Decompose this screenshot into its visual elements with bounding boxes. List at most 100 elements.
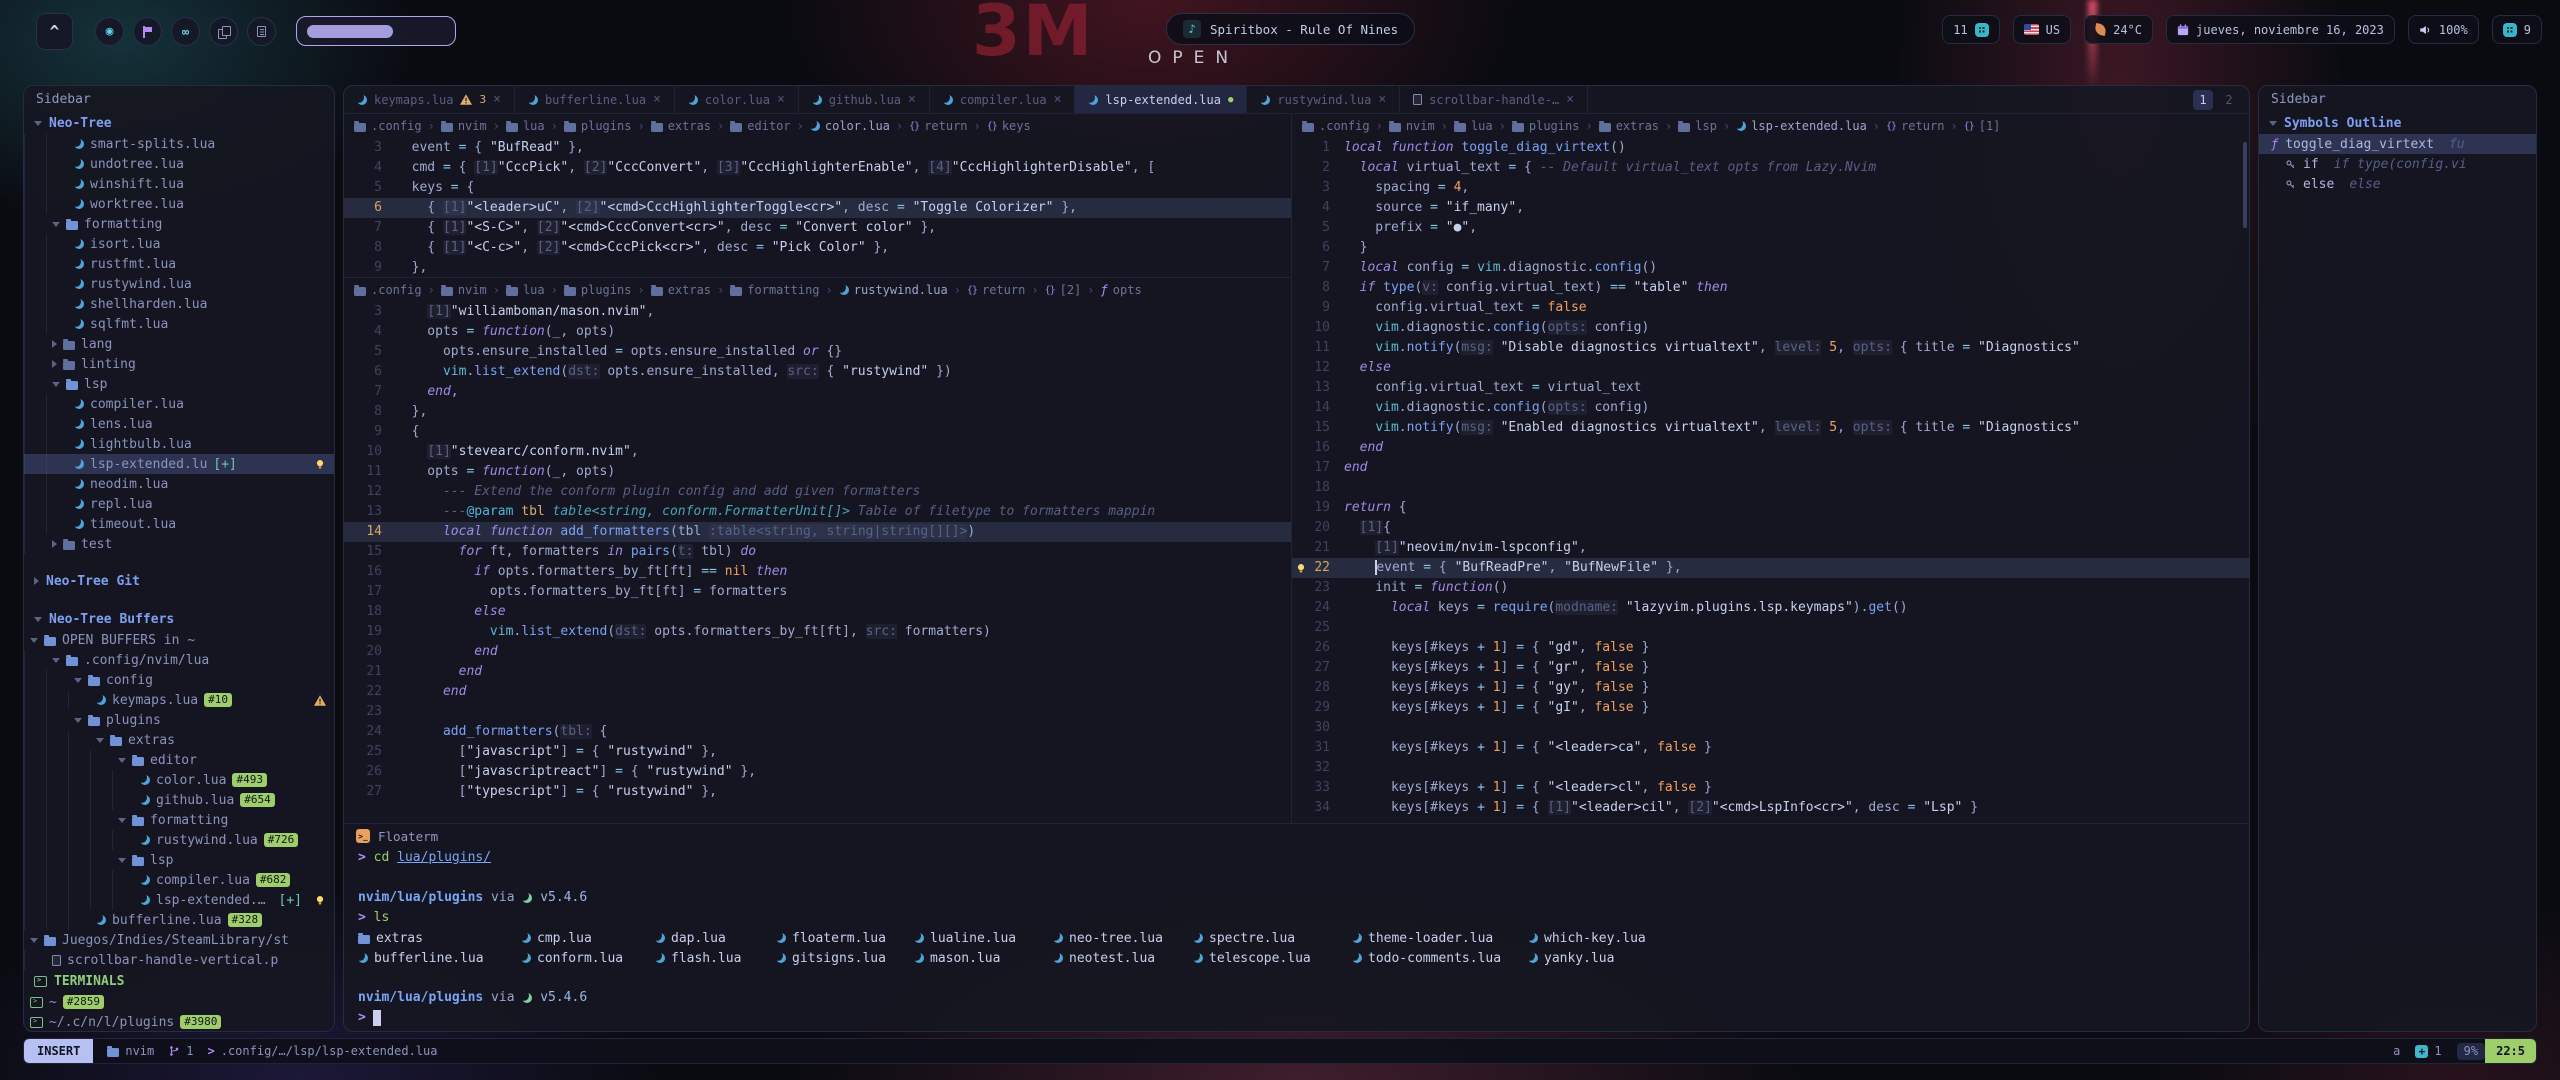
code-line[interactable]: 2 local virtual_text = { -- Default virt… <box>1292 158 2249 178</box>
ls-entry-cmp-lua[interactable]: cmp.lua <box>521 931 655 946</box>
close-icon[interactable]: × <box>493 93 501 106</box>
tab-github-lua[interactable]: github.lua× <box>799 86 930 113</box>
code-line[interactable]: 27 keys[#keys + 1] = { "gr", false } <box>1292 658 2249 678</box>
close-icon[interactable]: × <box>653 93 661 106</box>
ls-entry-telescope-lua[interactable]: telescope.lua <box>1193 951 1352 966</box>
code-line[interactable]: 3 [1]"williamboman/mason.nvim", <box>344 302 1291 322</box>
buffer-open-buffers-in[interactable]: OPEN BUFFERS in ~ <box>24 630 334 650</box>
code-line[interactable]: 10 vim.diagnostic.config(opts: config) <box>1292 318 2249 338</box>
code-line[interactable]: 16 if opts.formatters_by_ft[ft] == nil t… <box>344 562 1291 582</box>
breadcrumb-item-return[interactable]: {}return <box>909 119 967 133</box>
quick-launch-flag-button[interactable] <box>133 17 162 46</box>
buffer-plugins[interactable]: plugins <box>24 710 334 730</box>
buffer-config[interactable]: config <box>24 670 334 690</box>
file-neodim-lua[interactable]: neodim.lua <box>24 474 334 494</box>
breadcrumb-item-config[interactable]: .config <box>354 283 422 297</box>
file-rustfmt-lua[interactable]: rustfmt.lua <box>24 254 334 274</box>
code-line[interactable]: 6 vim.list_extend(dst: opts.ensure_insta… <box>344 362 1291 382</box>
editor-window-right[interactable]: .config›nvim›lua›plugins›extras›lsp›lsp-… <box>1292 114 2249 823</box>
code-line[interactable]: 3 spacing = 4, <box>1292 178 2249 198</box>
code-line[interactable]: 23 init = function() <box>1292 578 2249 598</box>
code-line[interactable]: 4 source = "if_many", <box>1292 198 2249 218</box>
code-line[interactable]: 18 <box>1292 478 2249 498</box>
code-line[interactable]: 12 --- Extend the conform plugin config … <box>344 482 1291 502</box>
code-line[interactable]: 15 for ft, formatters in pairs(t: tbl) d… <box>344 542 1291 562</box>
ls-entry-yanky-lua[interactable]: yanky.lua <box>1528 951 2249 966</box>
code-line[interactable]: 13 ---@param tbl table<string, conform.F… <box>344 502 1291 522</box>
section-neo-tree[interactable]: Neo-Tree <box>24 112 334 134</box>
code-line[interactable]: 10 [1]"stevearc/conform.nvim", <box>344 442 1291 462</box>
quick-launch-infinity-button[interactable]: ∞ <box>171 17 200 46</box>
file-lightbulb-lua[interactable]: lightbulb.lua <box>24 434 334 454</box>
code-line[interactable]: 5 prefix = "●", <box>1292 218 2249 238</box>
code-line[interactable]: 19return { <box>1292 498 2249 518</box>
breadcrumb-item-plugins[interactable]: plugins <box>564 119 632 133</box>
breadcrumb-item-opts[interactable]: ƒopts <box>1101 283 1142 297</box>
breadcrumb-item-keys[interactable]: {}keys <box>987 119 1031 133</box>
terminal-line[interactable]: nvim/lua/plugins via v5.4.6 <box>344 988 2249 1008</box>
code-line[interactable]: 8 }, <box>344 402 1291 422</box>
file-lsp[interactable]: lsp <box>24 374 334 394</box>
breadcrumb-item-nvim[interactable]: nvim <box>441 119 487 133</box>
floaterm-panel[interactable]: >_ Floaterm > cd lua/plugins/nvim/lua/pl… <box>344 823 2249 1031</box>
ls-entry-conform-lua[interactable]: conform.lua <box>521 951 655 966</box>
tab-lsp-extended-lua[interactable]: lsp-extended.lua● <box>1075 86 1247 113</box>
file-sqlfmt-lua[interactable]: sqlfmt.lua <box>24 314 334 334</box>
ls-entry-neotest-lua[interactable]: neotest.lua <box>1053 951 1193 966</box>
code-line[interactable]: 13 config.virtual_text = virtual_text <box>1292 378 2249 398</box>
file-timeout-lua[interactable]: timeout.lua <box>24 514 334 534</box>
section-neo-tree-git[interactable]: Neo-Tree Git <box>24 570 334 592</box>
code-line[interactable]: 11 vim.notify(msg: "Disable diagnostics … <box>1292 338 2249 358</box>
editor-window-bottom-left[interactable]: .config›nvim›lua›plugins›extras›formatti… <box>344 278 1291 823</box>
updates-widget[interactable]: 11 <box>1942 15 1999 44</box>
breadcrumb-item-rustywind-lua[interactable]: rustywind.lua <box>839 283 948 297</box>
code-line[interactable]: 28 keys[#keys + 1] = { "gy", false } <box>1292 678 2249 698</box>
ls-entry-gitsigns-lua[interactable]: gitsigns.lua <box>776 951 914 966</box>
breadcrumb-item-nvim[interactable]: nvim <box>1389 119 1435 133</box>
app-launcher-button[interactable]: ^ <box>36 13 73 50</box>
code-line[interactable]: 25 ["javascript"] = { "rustywind" }, <box>344 742 1291 762</box>
code-line[interactable]: 1local function toggle_diag_virtext() <box>1292 138 2249 158</box>
file-linting[interactable]: linting <box>24 354 334 374</box>
file-isort-lua[interactable]: isort.lua <box>24 234 334 254</box>
tab-compiler-lua[interactable]: compiler.lua× <box>930 86 1076 113</box>
buffer-color-lua[interactable]: color.lua#493 <box>24 770 334 790</box>
code-line[interactable]: 9 }, <box>344 258 1291 278</box>
code-line[interactable]: 25 <box>1292 618 2249 638</box>
breadcrumb-item-extras[interactable]: extras <box>651 283 711 297</box>
file-lens-lua[interactable]: lens.lua <box>24 414 334 434</box>
workspaces-widget[interactable]: 9 <box>2492 15 2542 44</box>
file-worktree-lua[interactable]: worktree.lua <box>24 194 334 214</box>
breadcrumb-item-formatting[interactable]: formatting <box>730 283 819 297</box>
breadcrumb-item-config[interactable]: .config <box>1302 119 1370 133</box>
quick-launch-copy-button[interactable] <box>209 17 238 46</box>
code-line[interactable]: 5 keys = { <box>344 178 1291 198</box>
file-compiler-lua[interactable]: compiler.lua <box>24 394 334 414</box>
code-line[interactable]: 21 end <box>344 662 1291 682</box>
search-input[interactable] <box>296 16 456 46</box>
terminal-line[interactable]: nvim/lua/plugins via v5.4.6 <box>344 888 2249 908</box>
code-line[interactable]: 5 opts.ensure_installed = opts.ensure_in… <box>344 342 1291 362</box>
editor-window-top-left[interactable]: .config›nvim›lua›plugins›extras›editor›c… <box>344 114 1291 278</box>
buffer-formatting[interactable]: formatting <box>24 810 334 830</box>
buffer-bufferline-lua[interactable]: bufferline.lua#328 <box>24 910 334 930</box>
code-line[interactable]: 17 opts.formatters_by_ft[ft] = formatter… <box>344 582 1291 602</box>
file-lsp-extended-lu[interactable]: lsp-extended.lu[+] <box>24 454 334 474</box>
code-line[interactable]: 21 [1]"neovim/nvim-lspconfig", <box>1292 538 2249 558</box>
cwd-indicator[interactable]: nvim <box>107 1044 154 1058</box>
file-formatting[interactable]: formatting <box>24 214 334 234</box>
breadcrumb-item-plugins[interactable]: plugins <box>1512 119 1580 133</box>
breadcrumb-item-color-lua[interactable]: color.lua <box>810 119 890 133</box>
code-line[interactable]: 24 local keys = require(modname: "lazyvi… <box>1292 598 2249 618</box>
code-line[interactable]: 19 vim.list_extend(dst: opts.formatters_… <box>344 622 1291 642</box>
code-line[interactable]: 7 { [1]"<S-C>", [2]"<cmd>CccConvert<cr>"… <box>344 218 1291 238</box>
code-line[interactable]: 15 vim.notify(msg: "Enabled diagnostics … <box>1292 418 2249 438</box>
quick-launch-power-button[interactable]: ◉ <box>95 17 124 46</box>
breadcrumb-item-nvim[interactable]: nvim <box>441 283 487 297</box>
symbol-else[interactable]: elseelse <box>2259 174 2536 194</box>
code-line[interactable]: 8 { [1]"<C-c>", [2]"<cmd>CccPick<cr>", d… <box>344 238 1291 258</box>
code-line[interactable]: 18 else <box>344 602 1291 622</box>
buffer-keymaps-lua[interactable]: keymaps.lua#10 <box>24 690 334 710</box>
code-line[interactable]: 6 { [1]"<leader>uC", [2]"<cmd>CccHighlig… <box>344 198 1291 218</box>
now-playing-widget[interactable]: ♪ Spiritbox - Rule Of Nines <box>1166 13 1415 45</box>
